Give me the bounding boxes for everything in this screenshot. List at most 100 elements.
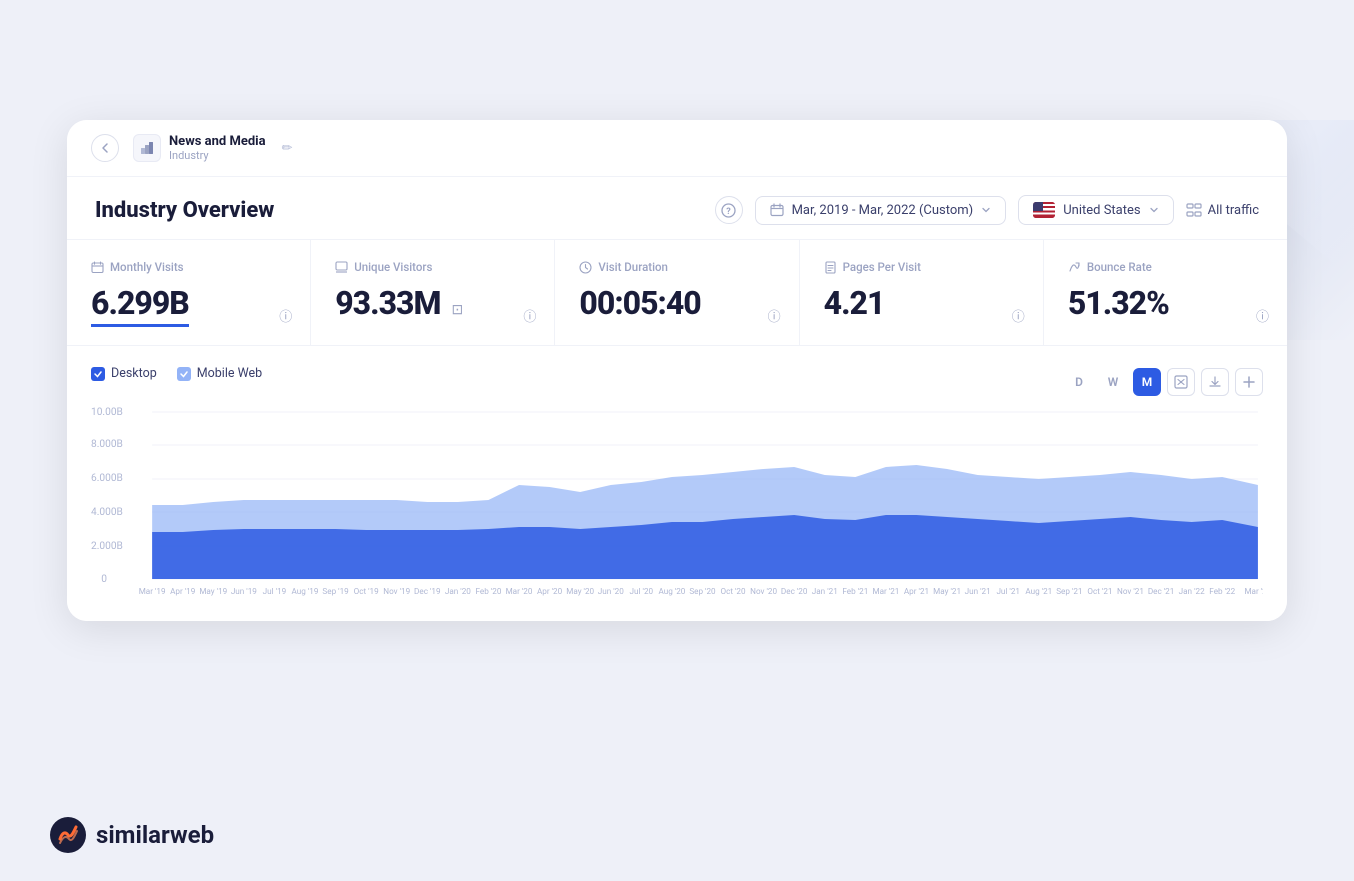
excel-icon [1174, 375, 1188, 389]
edit-icon[interactable]: ✏ [282, 141, 293, 156]
x-label-apr19: Apr '19 [170, 587, 195, 596]
x-label-apr21: Apr '21 [904, 587, 929, 596]
calendar-small-icon [91, 261, 104, 274]
plus-icon [1242, 375, 1256, 389]
x-label-jan22: Jan '22 [1179, 587, 1205, 596]
x-label-aug19: Aug '19 [292, 587, 319, 596]
x-label-feb20: Feb '20 [476, 587, 502, 596]
bottom-logo: similarweb [50, 817, 214, 853]
metric-value-monthly-visits: 6.299B [91, 284, 189, 327]
svg-text:?: ? [726, 207, 731, 217]
industry-building-icon [139, 140, 155, 156]
x-label-jun21: Jun '21 [965, 587, 991, 596]
country-label: United States [1063, 203, 1140, 218]
metric-value-visit-duration: 00:05:40 [579, 284, 774, 322]
x-label-mar20: Mar '20 [506, 587, 533, 596]
breadcrumb-title: News and Media [169, 134, 266, 149]
x-label-sep19: Sep '19 [322, 587, 348, 596]
y-label-6b: 6.000B [91, 473, 123, 484]
checkmark-mobile-icon [179, 369, 189, 379]
y-label-4b: 4.000B [91, 507, 123, 518]
traffic-icon [1186, 203, 1202, 217]
info-icon-unique[interactable]: ⓘ [523, 306, 536, 325]
clock-icon [579, 261, 592, 274]
checkmark-icon [93, 369, 103, 379]
add-button[interactable] [1235, 368, 1263, 396]
main-card: News and Media Industry ✏ Industry Overv… [67, 120, 1287, 621]
y-label-0: 0 [101, 574, 107, 585]
back-button[interactable] [91, 134, 119, 162]
x-label-jan20: Jan '20 [445, 587, 471, 596]
x-label-apr20: Apr '20 [537, 587, 563, 596]
info-icon-pages[interactable]: ⓘ [1012, 306, 1025, 325]
x-label-sep21: Sep '21 [1056, 587, 1082, 596]
metric-card-pages-per-visit: Pages Per Visit 4.21 ⓘ [800, 240, 1044, 345]
y-label-2b: 2.000B [91, 541, 123, 552]
chevron-down-icon [981, 205, 991, 215]
metric-card-visit-duration: Visit Duration 00:05:40 ⓘ [555, 240, 799, 345]
x-label-may21: May '21 [933, 587, 961, 596]
breadcrumb-area: News and Media Industry ✏ [133, 134, 292, 162]
download-icon [1208, 375, 1222, 389]
header-controls: ? Mar, 2019 - Mar, 2022 (Custom) [715, 195, 1259, 225]
x-label-sep20: Sep '20 [689, 587, 716, 596]
period-btn-weekly[interactable]: W [1099, 368, 1127, 396]
info-icon-duration[interactable]: ⓘ [768, 306, 781, 325]
metric-label-unique-visitors: Unique Visitors [335, 260, 530, 274]
industry-icon [133, 134, 161, 162]
download-button[interactable] [1201, 368, 1229, 396]
x-label-aug20: Aug '20 [658, 587, 685, 596]
x-label-jul21: Jul '21 [996, 587, 1020, 596]
chart-legend: Desktop Mobile Web [91, 366, 262, 381]
us-flag-icon [1033, 202, 1055, 218]
x-label-feb22: Feb '22 [1209, 587, 1235, 596]
x-label-mar19: Mar '19 [139, 587, 166, 596]
x-label-jul19: Jul '19 [263, 587, 287, 596]
info-icon-monthly[interactable]: ⓘ [279, 306, 292, 325]
date-range-filter[interactable]: Mar, 2019 - Mar, 2022 (Custom) [755, 196, 1007, 225]
page-header: Industry Overview ? Mar, 2019 - Mar, 202… [67, 177, 1287, 240]
excel-export-button[interactable] [1167, 368, 1195, 396]
metric-card-monthly-visits: Monthly Visits 6.299B ⓘ [67, 240, 311, 345]
metric-label-monthly-visits: Monthly Visits [91, 260, 286, 274]
metric-card-bounce-rate: Bounce Rate 51.32% ⓘ [1044, 240, 1287, 345]
metric-value-bounce-rate: 51.32% [1068, 284, 1263, 322]
period-btn-daily[interactable]: D [1065, 368, 1093, 396]
period-btn-monthly[interactable]: M [1133, 368, 1161, 396]
page-title: Industry Overview [95, 198, 715, 223]
pages-icon [824, 261, 837, 274]
bounce-icon [1068, 261, 1081, 274]
x-label-dec20: Dec '20 [781, 587, 808, 596]
x-label-oct20: Oct '20 [720, 587, 746, 596]
metric-label-visit-duration: Visit Duration [579, 260, 774, 274]
chart-legend-row: Desktop Mobile Web D W M [91, 366, 1263, 397]
metric-card-unique-visitors: Unique Visitors 93.33M ⊡ ⓘ [311, 240, 555, 345]
desktop-legend-label: Desktop [111, 366, 157, 381]
info-icon-bounce[interactable]: ⓘ [1256, 306, 1269, 325]
country-filter[interactable]: United States [1018, 195, 1173, 225]
x-label-dec19: Dec '19 [414, 587, 441, 596]
desktop-checkbox[interactable] [91, 367, 105, 381]
x-label-jan21: Jan '21 [812, 587, 838, 596]
users-icon [335, 261, 348, 274]
x-label-may19: May '19 [199, 587, 227, 596]
similarweb-logo-text: similarweb [96, 821, 214, 849]
mobile-legend-label: Mobile Web [197, 366, 262, 381]
metric-label-pages-per-visit: Pages Per Visit [824, 260, 1019, 274]
x-label-may20: May '20 [566, 587, 594, 596]
metric-value-pages-per-visit: 4.21 [824, 284, 1019, 322]
y-label-8b: 8.000B [91, 439, 123, 450]
y-label-10b: 10.00B [91, 407, 123, 418]
legend-item-desktop[interactable]: Desktop [91, 366, 157, 381]
traffic-label: All traffic [1208, 203, 1259, 218]
mobile-checkbox[interactable] [177, 367, 191, 381]
back-arrow-icon [98, 141, 112, 155]
x-label-dec21: Dec '21 [1148, 587, 1175, 596]
legend-item-mobile[interactable]: Mobile Web [177, 366, 262, 381]
x-label-nov21: Nov '21 [1117, 587, 1144, 596]
x-label-mar21: Mar '21 [872, 587, 899, 596]
chevron-down-icon [1149, 205, 1159, 215]
help-button[interactable]: ? [715, 196, 743, 224]
x-label-nov20: Nov '20 [750, 587, 777, 596]
metric-value-unique-visitors: 93.33M ⊡ [335, 284, 530, 322]
